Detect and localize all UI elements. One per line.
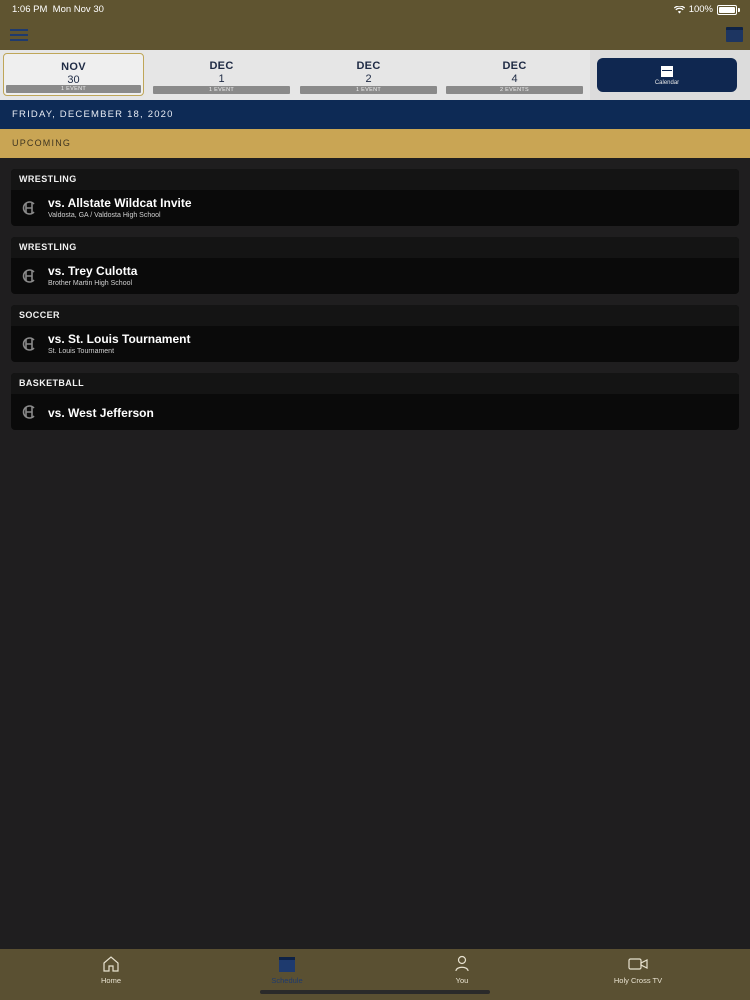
calendar-icon[interactable] bbox=[726, 27, 743, 42]
date-month: DEC bbox=[502, 60, 527, 72]
calendar-icon bbox=[279, 957, 295, 972]
status-time: 1:06 PM Mon Nov 30 bbox=[12, 4, 104, 15]
tab-label: Home bbox=[100, 976, 121, 985]
event-venue: St. Louis Tournament bbox=[48, 348, 115, 355]
battery-icon bbox=[717, 4, 737, 15]
video-camera-icon bbox=[628, 958, 648, 970]
event-opponent: vs. St. Louis Tournament bbox=[48, 332, 191, 346]
tab-schedule[interactable]: Schedule bbox=[227, 955, 347, 985]
event-opponent: vs. West Jefferson bbox=[48, 406, 154, 420]
event-count-badge: 1 EVENT bbox=[300, 86, 437, 94]
person-icon bbox=[455, 955, 469, 972]
date-cell[interactable]: NOV 30 1 EVENT bbox=[3, 53, 144, 96]
status-right: 100% bbox=[673, 4, 740, 15]
event-sport: WRESTLING bbox=[11, 237, 739, 258]
event-opponent: vs. Trey Culotta bbox=[48, 264, 138, 278]
school-logo-icon bbox=[22, 405, 35, 419]
event-venue: Brother Martin High School bbox=[48, 280, 133, 287]
tab-label: You bbox=[455, 976, 469, 985]
school-logo-icon bbox=[22, 337, 35, 351]
event-venue: Valdosta, GA / Valdosta High School bbox=[48, 212, 161, 219]
home-icon bbox=[103, 956, 119, 972]
date-cell[interactable]: DEC 4 2 EVENTS bbox=[444, 53, 585, 96]
event-card[interactable]: WRESTLING vs. Allstate Wildcat Invite Va… bbox=[11, 169, 739, 226]
event-opponent: vs. Allstate Wildcat Invite bbox=[48, 196, 192, 210]
wifi-icon bbox=[673, 5, 685, 13]
calendar-button[interactable]: Calendar bbox=[597, 58, 737, 92]
calendar-panel: Calendar bbox=[590, 50, 750, 100]
date-month: DEC bbox=[356, 60, 381, 72]
battery-percent: 100% bbox=[688, 4, 713, 15]
event-count-badge: 1 EVENT bbox=[153, 86, 290, 94]
event-count-badge: 1 EVENT bbox=[6, 85, 141, 93]
date-month: DEC bbox=[209, 60, 234, 72]
calendar-icon bbox=[661, 66, 673, 77]
event-count-badge: 2 EVENTS bbox=[446, 86, 583, 94]
event-card[interactable]: BASKETBALL vs. West Jefferson bbox=[11, 373, 739, 430]
calendar-button-label: Calendar bbox=[654, 80, 680, 86]
event-sport: BASKETBALL bbox=[11, 373, 739, 394]
date-month: NOV bbox=[61, 61, 86, 73]
tab-you[interactable]: You bbox=[402, 955, 522, 985]
school-logo-icon bbox=[22, 269, 35, 283]
top-bar bbox=[0, 18, 750, 50]
section-header-upcoming: UPCOMING bbox=[0, 129, 750, 158]
tab-label: Holy Cross TV bbox=[613, 976, 663, 985]
tab-label: Schedule bbox=[271, 976, 303, 985]
event-card[interactable]: SOCCER vs. St. Louis Tournament St. Loui… bbox=[11, 305, 739, 362]
school-logo-icon bbox=[22, 201, 35, 215]
date-cell[interactable]: DEC 1 1 EVENT bbox=[151, 53, 292, 96]
status-bar: 1:06 PM Mon Nov 30 100% bbox=[0, 0, 750, 18]
event-sport: SOCCER bbox=[11, 305, 739, 326]
event-sport: WRESTLING bbox=[11, 169, 739, 190]
date-cell[interactable]: DEC 2 1 EVENT bbox=[298, 53, 439, 96]
date-day: 1 bbox=[218, 73, 225, 85]
home-indicator bbox=[260, 990, 490, 994]
hamburger-menu-icon[interactable] bbox=[10, 29, 28, 41]
date-day: 2 bbox=[365, 73, 372, 85]
date-header: FRIDAY, DECEMBER 18, 2020 bbox=[0, 100, 750, 129]
tab-holy-cross-tv[interactable]: Holy Cross TV bbox=[578, 955, 698, 985]
event-card[interactable]: WRESTLING vs. Trey Culotta Brother Marti… bbox=[11, 237, 739, 294]
tab-home[interactable]: Home bbox=[51, 955, 171, 985]
date-day: 4 bbox=[511, 73, 518, 85]
